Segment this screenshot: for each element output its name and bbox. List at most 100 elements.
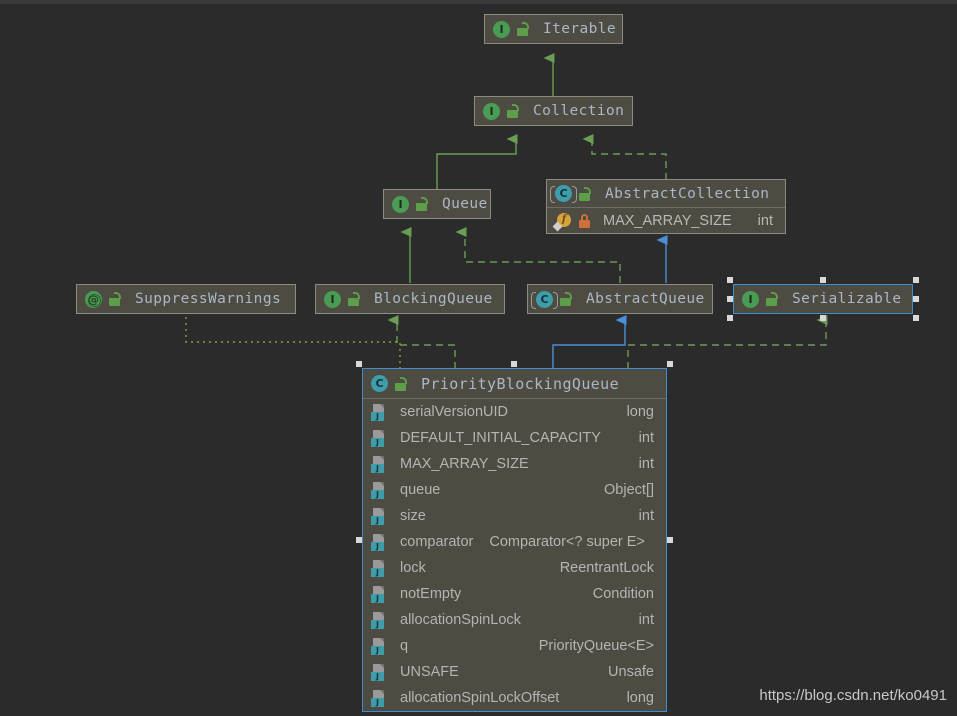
resize-handle-w[interactable] [727,296,733,302]
node-title: Serializable [792,291,902,307]
node-header: I Collection [475,97,632,125]
lock-closed-icon [578,213,591,228]
member-name: serialVersionUID [400,404,508,420]
node-header: C AbstractCollection [547,180,785,209]
lock-open-icon [516,22,529,36]
member-type: Unsafe [608,664,654,680]
interface-icon: I [324,290,341,308]
node-collection[interactable]: I Collection [474,96,633,126]
edge-pbq-to-serializable [627,315,828,369]
member-name: lock [400,560,426,576]
resize-handle-ne[interactable] [913,277,919,283]
member-row[interactable]: J MAX_ARRAY_SIZE int [363,451,666,477]
field-icon: J [371,455,388,473]
field-icon: J [371,689,388,707]
resize-handle-e[interactable] [913,296,919,302]
resize-handle-nw[interactable] [727,277,733,283]
member-row[interactable]: J lock ReentrantLock [363,555,666,581]
member-row[interactable]: f MAX_ARRAY_SIZE int [547,208,785,233]
node-title: AbstractQueue [586,291,705,307]
member-row[interactable]: J allocationSpinLock int [363,607,666,633]
node-header: I Iterable [485,15,622,43]
node-serializable[interactable]: I Serializable [733,284,913,314]
member-type: long [626,404,654,420]
resize-handle-w[interactable] [356,537,362,543]
node-title: Queue [442,196,488,212]
node-iterable[interactable]: I Iterable [484,14,623,44]
node-header: I BlockingQueue [316,285,504,313]
lock-open-icon [108,292,121,306]
interface-icon: I [493,20,510,38]
resize-handle-n[interactable] [511,361,517,367]
edge-pbq-to-abstractqueue [552,315,627,369]
edge-pbq-to-blockingqueue [387,315,456,369]
node-header: @ SuppressWarnings [77,285,295,313]
field-icon: J [371,403,388,421]
node-queue[interactable]: I Queue [383,189,491,219]
abstract-class-icon: C [550,185,577,204]
lock-open-icon [578,186,591,201]
resize-handle-ne[interactable] [667,361,673,367]
member-type: ReentrantLock [559,560,654,576]
node-priority-blocking-queue[interactable]: C PriorityBlockingQueue J serialVersionU… [362,368,667,712]
member-type: int [638,456,654,472]
member-name: size [400,508,426,524]
resize-handle-se[interactable] [913,315,919,321]
node-title: AbstractCollection [605,185,770,202]
edge-pbq-to-suppresswarnings [185,313,401,369]
node-abstract-collection[interactable]: C AbstractCollection f MAX_ARRAY_SIZE in… [546,179,786,234]
member-type: long [626,690,654,706]
member-row[interactable]: J comparator Comparator<? super E> [363,529,666,555]
field-f-icon: f [552,212,572,232]
member-row[interactable]: J notEmpty Condition [363,581,666,607]
member-type: int [757,212,773,229]
lock-open-icon [415,197,428,211]
member-name: MAX_ARRAY_SIZE [603,212,732,229]
field-icon: J [371,533,388,551]
node-header: I Serializable [734,285,912,313]
member-type: Condition [592,586,654,602]
top-strip [0,0,957,4]
member-name: UNSAFE [400,664,459,680]
member-type: Object[] [604,482,654,498]
field-icon: J [371,585,388,603]
watermark: https://blog.csdn.net/ko0491 [759,687,947,704]
member-row[interactable]: J queue Object[] [363,477,666,503]
member-row[interactable]: J UNSAFE Unsafe [363,659,666,685]
node-title: Iterable [543,21,617,37]
member-row[interactable]: J serialVersionUID long [363,399,666,425]
resize-handle-nw[interactable] [356,361,362,367]
node-title: BlockingQueue [374,291,493,307]
resize-handle-n[interactable] [820,277,826,283]
lock-open-icon [506,104,519,118]
node-blocking-queue[interactable]: I BlockingQueue [315,284,505,314]
member-type: int [638,508,654,524]
member-name: comparator [400,534,474,550]
resize-handle-s[interactable] [820,315,826,321]
node-abstract-queue[interactable]: C AbstractQueue [527,284,713,314]
member-type: Comparator<? super E> [489,534,645,550]
diagram-canvas[interactable]: I Iterable I Collection I Queue C Abstra… [0,0,957,716]
member-row[interactable]: J DEFAULT_INITIAL_CAPACITY int [363,425,666,451]
node-header: I Queue [384,190,490,218]
class-icon: C [371,375,388,392]
member-row[interactable]: J q PriorityQueue<E> [363,633,666,659]
member-type: int [638,612,654,628]
interface-icon: I [742,290,759,308]
lock-open-icon [347,292,360,306]
abstract-class-icon: C [531,290,558,309]
resize-handle-e[interactable] [667,537,673,543]
node-title: SuppressWarnings [135,291,282,307]
field-icon: J [371,481,388,499]
interface-icon: I [392,195,409,213]
lock-open-icon [559,292,572,306]
member-row[interactable]: J size int [363,503,666,529]
node-suppress-warnings[interactable]: @ SuppressWarnings [76,284,296,314]
edge-abstractqueue-to-queue [455,227,621,283]
field-icon: J [371,559,388,577]
member-name: MAX_ARRAY_SIZE [400,456,529,472]
field-icon: J [371,663,388,681]
member-row[interactable]: J allocationSpinLockOffset long [363,685,666,711]
resize-handle-sw[interactable] [727,315,733,321]
member-name: notEmpty [400,586,462,602]
